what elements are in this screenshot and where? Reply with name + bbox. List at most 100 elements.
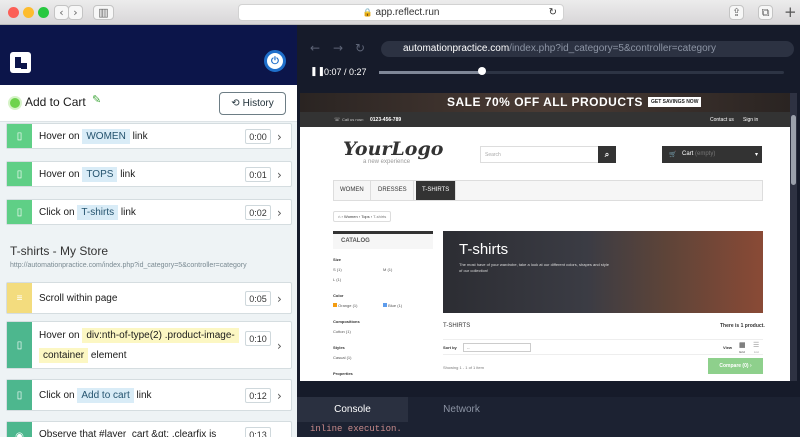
site-search-input[interactable]: Search ⌕ [480,146,616,163]
step-time: 0:00 [245,129,271,144]
section-heading: T-SHIRTS [443,323,471,329]
category-menu: WOMEN DRESSES T-SHIRTS [333,180,763,201]
step-time: 0:13 [245,427,271,437]
menu-item-women[interactable]: WOMEN [334,181,371,200]
close-window-button[interactable] [8,7,19,18]
progress-handle[interactable] [478,67,486,75]
chevron-right-icon[interactable]: › [277,206,282,220]
step-time: 0:01 [245,167,271,182]
chevron-right-icon[interactable]: › [277,389,282,403]
home-icon[interactable]: ⌂ [338,214,340,219]
test-title: Add to Cart [25,95,86,109]
site-logo[interactable]: YourLogo [343,138,443,160]
contact-link[interactable]: Contact us [710,117,734,123]
step-target: Add to cart [77,388,134,403]
history-button[interactable]: ⟲ History [219,92,286,115]
mouse-icon: ▯ [7,200,32,224]
share-icon[interactable]: ⇪ [729,5,744,20]
site-frame: SALE 70% OFF ALL PRODUCTS GET SAVINGS NOW… [300,93,790,381]
chevron-right-icon[interactable]: › [277,339,282,353]
chevron-right-icon[interactable]: › [277,168,282,182]
tabs-icon[interactable]: ⧉ [758,5,773,20]
product-count: There is 1 product. [720,323,765,329]
recording-viewer: ← → ↻ automationpractice.com/index.php?i… [297,25,800,437]
mouse-icon: ▯ [7,380,32,410]
step-target: div:nth-of-type(2) .product-image- [82,328,239,343]
step-target: WOMEN [82,129,130,144]
step-time: 0:12 [245,388,271,403]
sale-banner[interactable]: SALE 70% OFF ALL PRODUCTS GET SAVINGS NOW [300,93,790,112]
test-steps-panel: ⏻ Add to Cart ✎ ⟲ History ▯ Hover on WOME… [0,25,297,437]
lock-icon: 🔒 [362,8,373,17]
reload-icon[interactable]: ↻ [549,7,557,18]
menu-item-tshirts[interactable]: T-SHIRTS [416,181,457,200]
page-url: http://automationpractice.com/index.php?… [10,262,247,269]
browser-toolbar: ‹ › ▥ 🔒 app.reflect.run ↻ ⇪ ⧉ + [0,0,800,25]
list-icon[interactable]: ☰ [753,341,759,349]
back-icon[interactable]: ← [310,41,320,55]
step-time: 0:02 [245,205,271,220]
step-row[interactable]: ▯ Hover on WOMEN link 0:00 › [6,123,292,149]
showing-text: Showing 1 - 1 of 1 item [443,365,484,370]
forward-icon[interactable]: → [333,41,343,55]
mouse-icon: ▯ [7,162,32,186]
chevron-right-icon[interactable]: › [277,130,282,144]
eye-icon: ◉ [7,422,32,437]
step-row[interactable]: ▯ Click on Add to cart link 0:12 › [6,379,292,411]
logo-tagline: a new experience [363,159,411,165]
test-title-bar: Add to Cart ✎ ⟲ History [0,85,297,122]
chevron-right-icon[interactable]: › [277,292,282,306]
cart-button[interactable]: 🛒 Cart (empty) ▾ [662,146,762,163]
signin-link[interactable]: Sign in [743,117,758,123]
console-output: inline execution. [310,424,402,434]
grid-icon[interactable]: ▦ [739,341,746,349]
scrollbar[interactable] [790,93,797,381]
mouse-icon: ▯ [7,124,32,148]
power-icon[interactable]: ⏻ [264,50,286,72]
step-row[interactable]: ▯ Click on T-shirts link 0:02 › [6,199,292,225]
minimize-window-button[interactable] [23,7,34,18]
back-icon[interactable]: ‹ [54,5,69,20]
video-progress[interactable] [379,71,784,74]
sidebar-icon[interactable]: ▥ [93,5,114,20]
breadcrumb: ⌂ › Women › Tops › T-shirts [333,211,392,222]
page-title: T-shirts - My Store [10,244,109,258]
sort-bar: Sort by -- View ▦ Grid ☰ List [443,339,763,355]
tab-network[interactable]: Network [409,397,514,422]
chevron-down-icon: ▾ [754,151,758,158]
sort-select[interactable]: -- [463,343,531,352]
cart-icon: 🛒 [669,151,677,158]
step-row[interactable]: ▯ Hover on div:nth-of-type(2) .product-i… [6,321,292,369]
reflect-logo-icon[interactable] [10,52,31,73]
reload-icon[interactable]: ↻ [355,41,365,55]
step-target: T-shirts [77,205,119,220]
video-time: 0:07 / 0:27 [324,67,367,77]
category-banner: T-shirts The most have of your wardrobe, … [443,231,763,313]
pause-icon[interactable]: ❚❚ [310,67,325,77]
catalog-filter: CATALOG Size S (1) M (1) L (1) Color Ora… [333,231,433,381]
step-time: 0:10 [245,331,271,346]
new-tab-icon[interactable]: + [784,3,797,21]
forward-icon[interactable]: › [68,5,83,20]
address-bar[interactable]: 🔒 app.reflect.run ↻ [238,4,564,21]
document-icon: ≡ [7,283,32,313]
console-panel: Console Network inline execution. [297,397,800,437]
step-row[interactable]: ≡ Scroll within page 0:05 › [6,282,292,314]
viewer-url-bar[interactable]: automationpractice.com/index.php?id_cate… [381,41,794,57]
compare-button[interactable]: Compare (0) › [708,358,763,374]
edit-icon[interactable]: ✎ [92,93,101,106]
step-row[interactable]: ◉ Observe that #layer_cart &gt; .clearfi… [6,421,292,437]
history-icon: ⟲ [231,98,240,109]
menu-item-dresses[interactable]: DRESSES [372,181,414,200]
top-bar: ☏ Call us now: 0123-456-789 Contact us S… [300,112,790,127]
tab-console[interactable]: Console [297,397,408,422]
step-target: TOPS [82,167,118,182]
phone-icon: ☏ [334,117,341,123]
step-time: 0:05 [245,291,271,306]
zoom-window-button[interactable] [38,7,49,18]
search-icon[interactable]: ⌕ [598,146,616,163]
mouse-icon: ▯ [7,322,32,368]
step-row[interactable]: ▯ Hover on TOPS link 0:01 › [6,161,292,187]
status-dot [10,98,20,108]
app-header: ⏻ [0,25,297,85]
